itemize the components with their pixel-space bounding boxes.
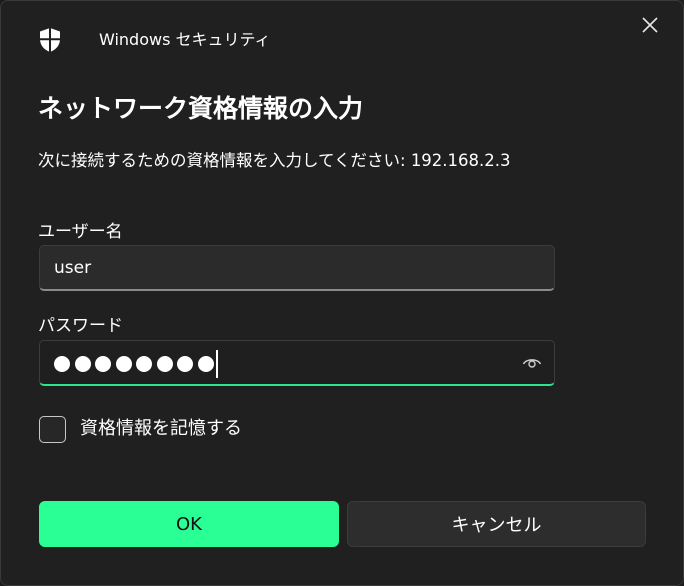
password-dot <box>177 356 193 372</box>
ok-button[interactable]: OK <box>39 501 339 547</box>
password-dot <box>95 356 111 372</box>
password-dot <box>115 356 132 372</box>
title-bar: Windows セキュリティ <box>1 1 683 75</box>
eye-icon <box>522 354 542 373</box>
password-masked-value <box>54 350 218 378</box>
remember-credentials-row[interactable]: 資格情報を記憶する <box>39 414 242 444</box>
text-caret <box>216 350 218 378</box>
dialog-description: 次に接続するための資格情報を入力してください: 192.168.2.3 <box>38 151 511 170</box>
password-dot <box>54 356 70 372</box>
password-dot <box>197 356 214 372</box>
credential-dialog: Windows セキュリティ ネットワーク資格情報の入力 次に接続するための資格… <box>0 0 684 586</box>
username-label: ユーザー名 <box>38 222 123 242</box>
shield-icon <box>38 27 62 53</box>
password-dot <box>136 356 152 372</box>
password-input[interactable] <box>39 340 555 386</box>
remember-credentials-checkbox[interactable] <box>39 415 66 443</box>
dialog-footer: OK キャンセル <box>1 475 683 585</box>
reveal-password-button[interactable] <box>516 349 548 377</box>
remember-credentials-label: 資格情報を記憶する <box>80 418 242 439</box>
close-button[interactable] <box>627 7 673 47</box>
username-value: user <box>54 258 92 278</box>
password-label: パスワード <box>38 316 123 336</box>
cancel-button[interactable]: キャンセル <box>347 501 646 547</box>
app-title: Windows セキュリティ <box>99 30 271 49</box>
dialog-heading: ネットワーク資格情報の入力 <box>38 94 364 123</box>
close-icon <box>642 17 658 37</box>
username-input[interactable]: user <box>39 245 555 291</box>
password-dot <box>74 356 91 372</box>
password-dot <box>156 356 173 372</box>
